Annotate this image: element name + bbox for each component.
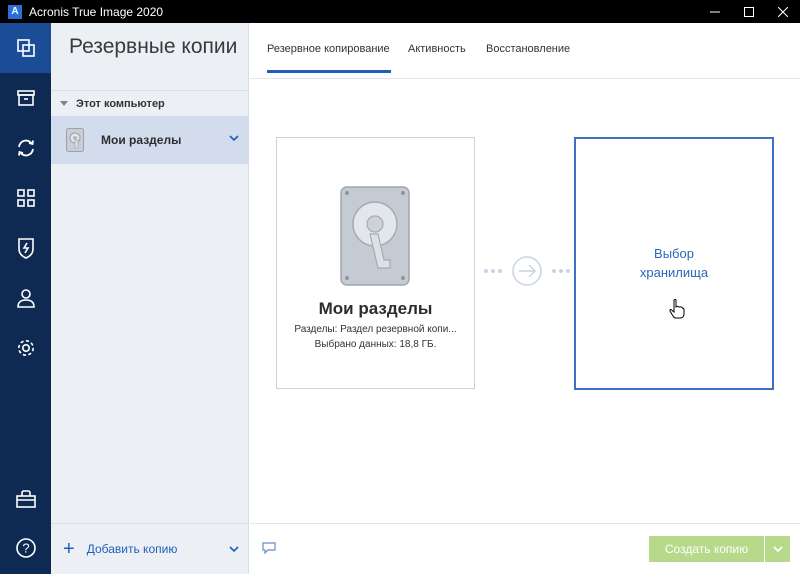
rail-item-store[interactable] xyxy=(0,474,51,524)
account-icon xyxy=(16,289,35,308)
backup-source-card[interactable]: Мои разделы Разделы: Раздел резервной ко… xyxy=(276,137,475,389)
sidebar: Резервные копии Этот компьютер Мои разде… xyxy=(51,23,249,574)
maximize-button[interactable] xyxy=(732,0,766,23)
sidebar-title: Резервные копии xyxy=(69,35,238,58)
source-title: Мои разделы xyxy=(318,299,433,318)
rail-item-settings[interactable] xyxy=(0,323,51,373)
add-backup-button[interactable]: + Добавить копию xyxy=(51,523,249,573)
hard-drive-icon xyxy=(340,186,410,286)
tab-backup[interactable]: Резервное копирование xyxy=(267,43,390,55)
hard-drive-icon xyxy=(66,128,84,152)
create-backup-button[interactable]: Создать копию xyxy=(649,536,764,562)
close-icon xyxy=(778,6,788,17)
rail-item-sync[interactable] xyxy=(0,123,51,173)
add-backup-label: Добавить копию xyxy=(86,541,178,556)
tools-grid-icon xyxy=(16,189,35,207)
group-this-computer[interactable]: Этот компьютер xyxy=(51,90,249,116)
select-destination-label: Выбор хранилища xyxy=(576,244,772,282)
rail-item-help[interactable]: ? xyxy=(0,523,51,573)
destination-line-2: хранилища xyxy=(639,265,709,280)
chevron-down-icon[interactable] xyxy=(229,134,239,142)
rail-item-protection[interactable] xyxy=(0,223,51,273)
nav-rail: ? xyxy=(0,23,51,574)
chevron-down-icon xyxy=(772,546,783,553)
close-button[interactable] xyxy=(766,0,800,23)
plus-icon: + xyxy=(63,537,75,560)
rail-item-backup[interactable] xyxy=(0,23,51,73)
store-icon xyxy=(15,490,36,508)
create-backup-options-button[interactable] xyxy=(765,536,790,562)
chevron-down-icon[interactable] xyxy=(229,545,239,553)
caret-down-icon xyxy=(60,101,68,106)
tab-recovery[interactable]: Восстановление xyxy=(486,43,570,55)
settings-icon xyxy=(17,340,34,356)
hand-cursor-icon xyxy=(669,299,685,319)
window-title: Acronis True Image 2020 xyxy=(29,4,164,19)
minimize-icon xyxy=(710,11,720,12)
backup-copies-icon xyxy=(16,39,35,57)
feedback-chat-icon[interactable] xyxy=(262,542,276,554)
group-label: Этот компьютер xyxy=(76,97,165,110)
svg-text:?: ? xyxy=(22,541,29,556)
source-selected-size-text: Выбрано данных: 18,8 ГБ. xyxy=(314,339,437,350)
tab-activity[interactable]: Активность xyxy=(408,43,466,55)
backup-item-my-partitions[interactable]: Мои разделы xyxy=(51,116,249,164)
window-controls xyxy=(698,0,800,23)
archive-icon xyxy=(16,90,35,106)
minimize-button[interactable] xyxy=(698,0,732,23)
acronis-logo-icon: A xyxy=(8,4,22,19)
maximize-icon xyxy=(744,6,754,17)
tab-bar: Резервное копирование Активность Восстан… xyxy=(250,23,800,79)
shield-icon xyxy=(17,238,34,259)
sync-icon xyxy=(17,139,34,157)
main-panel: Резервное копирование Активность Восстан… xyxy=(250,23,800,574)
backup-item-label: Мои разделы xyxy=(101,133,182,147)
help-icon: ? xyxy=(15,538,36,558)
source-partitions-text: Разделы: Раздел резервной копи... xyxy=(294,324,457,335)
select-destination-card[interactable]: Выбор хранилища xyxy=(574,137,774,390)
rail-item-account[interactable] xyxy=(0,273,51,323)
title-bar: A Acronis True Image 2020 xyxy=(0,0,800,23)
arrow-connector-icon xyxy=(484,256,570,286)
destination-line-1: Выбор xyxy=(654,246,694,261)
active-tab-indicator xyxy=(267,70,391,73)
bottom-bar: Создать копию xyxy=(250,523,800,574)
rail-item-archive[interactable] xyxy=(0,73,51,123)
rail-item-tools[interactable] xyxy=(0,173,51,223)
